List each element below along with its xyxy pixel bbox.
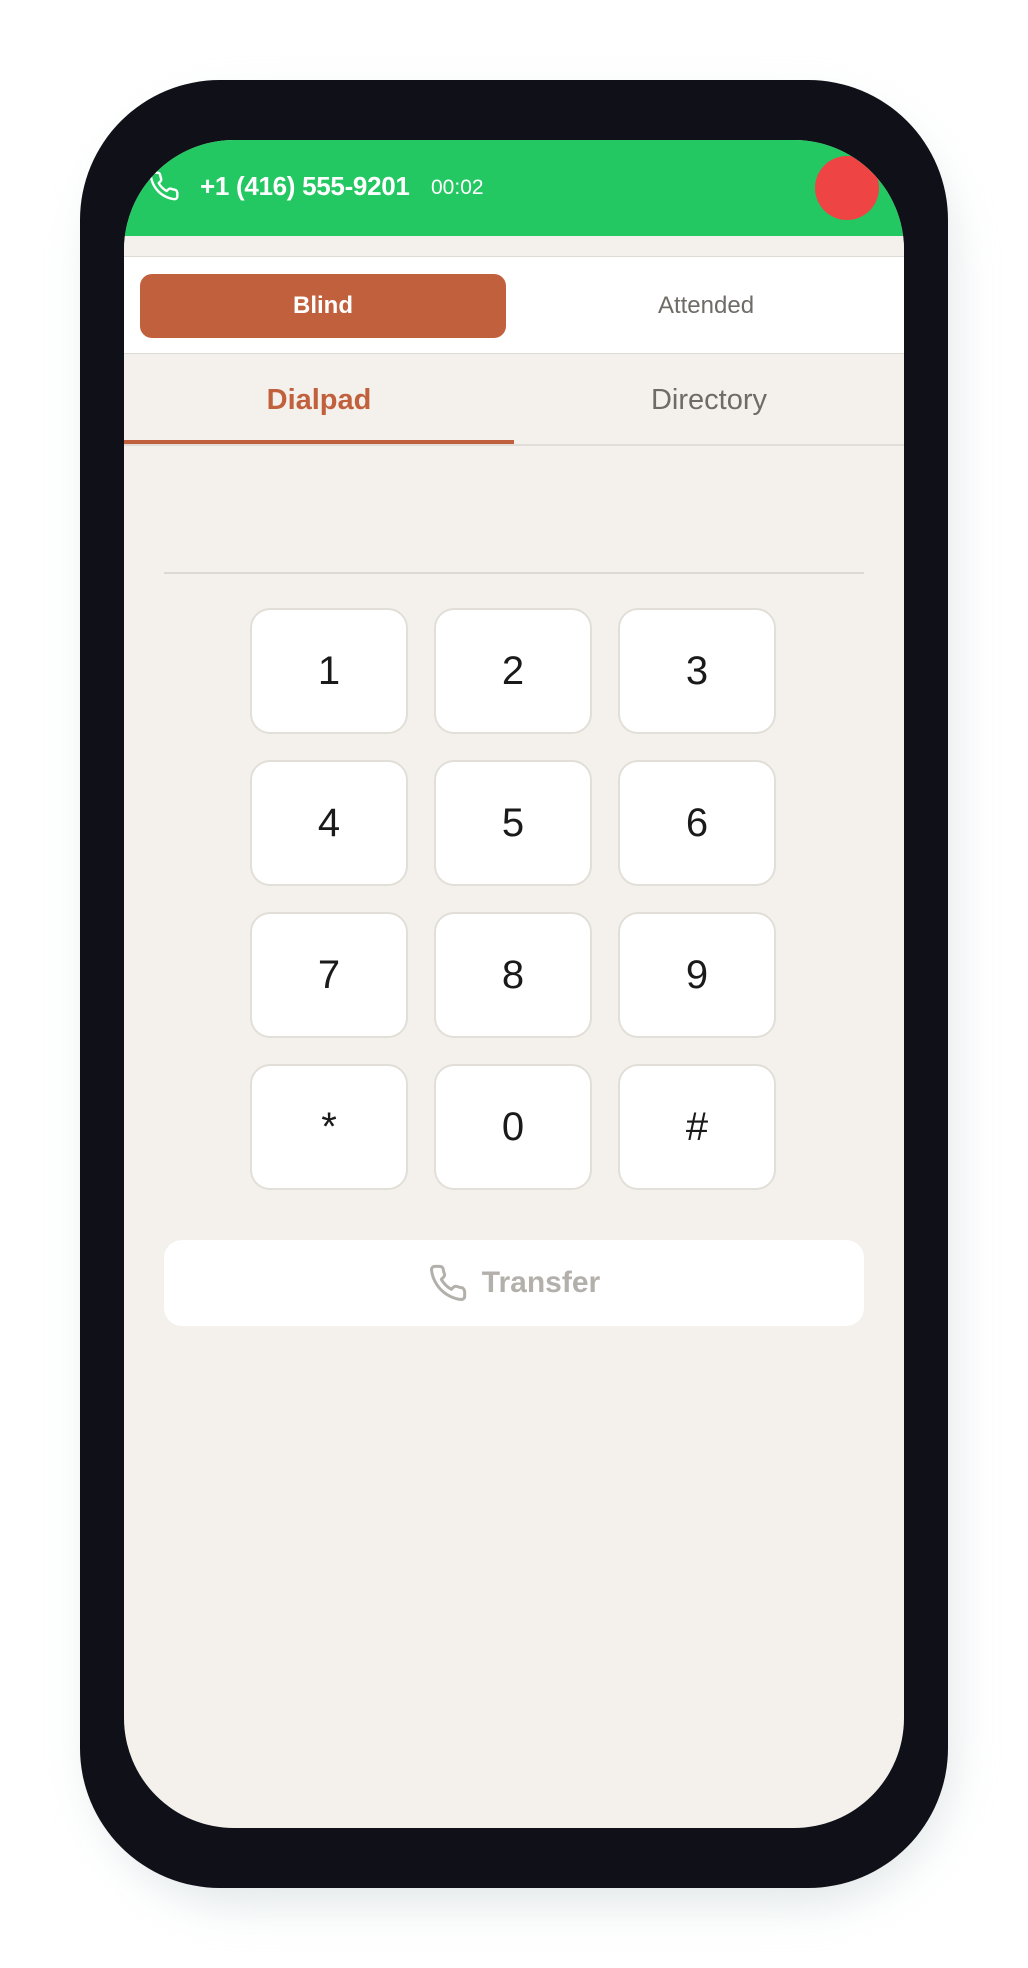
key-5[interactable]: 5 xyxy=(434,760,592,886)
hangup-button[interactable] xyxy=(815,156,879,220)
device-screen: +1 (416) 555-9201 00:02 Blind Attended D… xyxy=(124,140,904,1828)
blind-transfer-option[interactable]: Blind xyxy=(140,274,506,338)
tab-directory[interactable]: Directory xyxy=(514,354,904,446)
tab-bar: Dialpad Directory xyxy=(124,354,904,446)
transfer-button[interactable]: Transfer xyxy=(164,1240,864,1326)
dialed-number-display xyxy=(164,490,864,560)
transfer-mode-toggle: Blind Attended xyxy=(124,256,904,354)
key-4[interactable]: 4 xyxy=(250,760,408,886)
call-timer: 00:02 xyxy=(431,176,484,199)
tab-dialpad[interactable]: Dialpad xyxy=(124,354,514,446)
key-7[interactable]: 7 xyxy=(250,912,408,1038)
key-9[interactable]: 9 xyxy=(618,912,776,1038)
phone-icon xyxy=(149,171,179,201)
key-2[interactable]: 2 xyxy=(434,608,592,734)
key-8[interactable]: 8 xyxy=(434,912,592,1038)
caller-number: +1 (416) 555-9201 xyxy=(200,171,410,201)
key-star[interactable]: * xyxy=(250,1064,408,1190)
key-3[interactable]: 3 xyxy=(618,608,776,734)
transfer-button-label: Transfer xyxy=(481,1266,601,1299)
number-input-underline xyxy=(164,572,864,574)
device-frame: +1 (416) 555-9201 00:02 Blind Attended D… xyxy=(80,80,948,1888)
separator xyxy=(124,236,904,256)
attended-transfer-option[interactable]: Attended xyxy=(524,274,888,338)
key-0[interactable]: 0 xyxy=(434,1064,592,1190)
key-1[interactable]: 1 xyxy=(250,608,408,734)
active-tab-indicator xyxy=(124,440,514,444)
phone-icon xyxy=(429,1264,466,1301)
active-call-bar: +1 (416) 555-9201 00:02 xyxy=(124,140,904,236)
key-6[interactable]: 6 xyxy=(618,760,776,886)
key-hash[interactable]: # xyxy=(618,1064,776,1190)
